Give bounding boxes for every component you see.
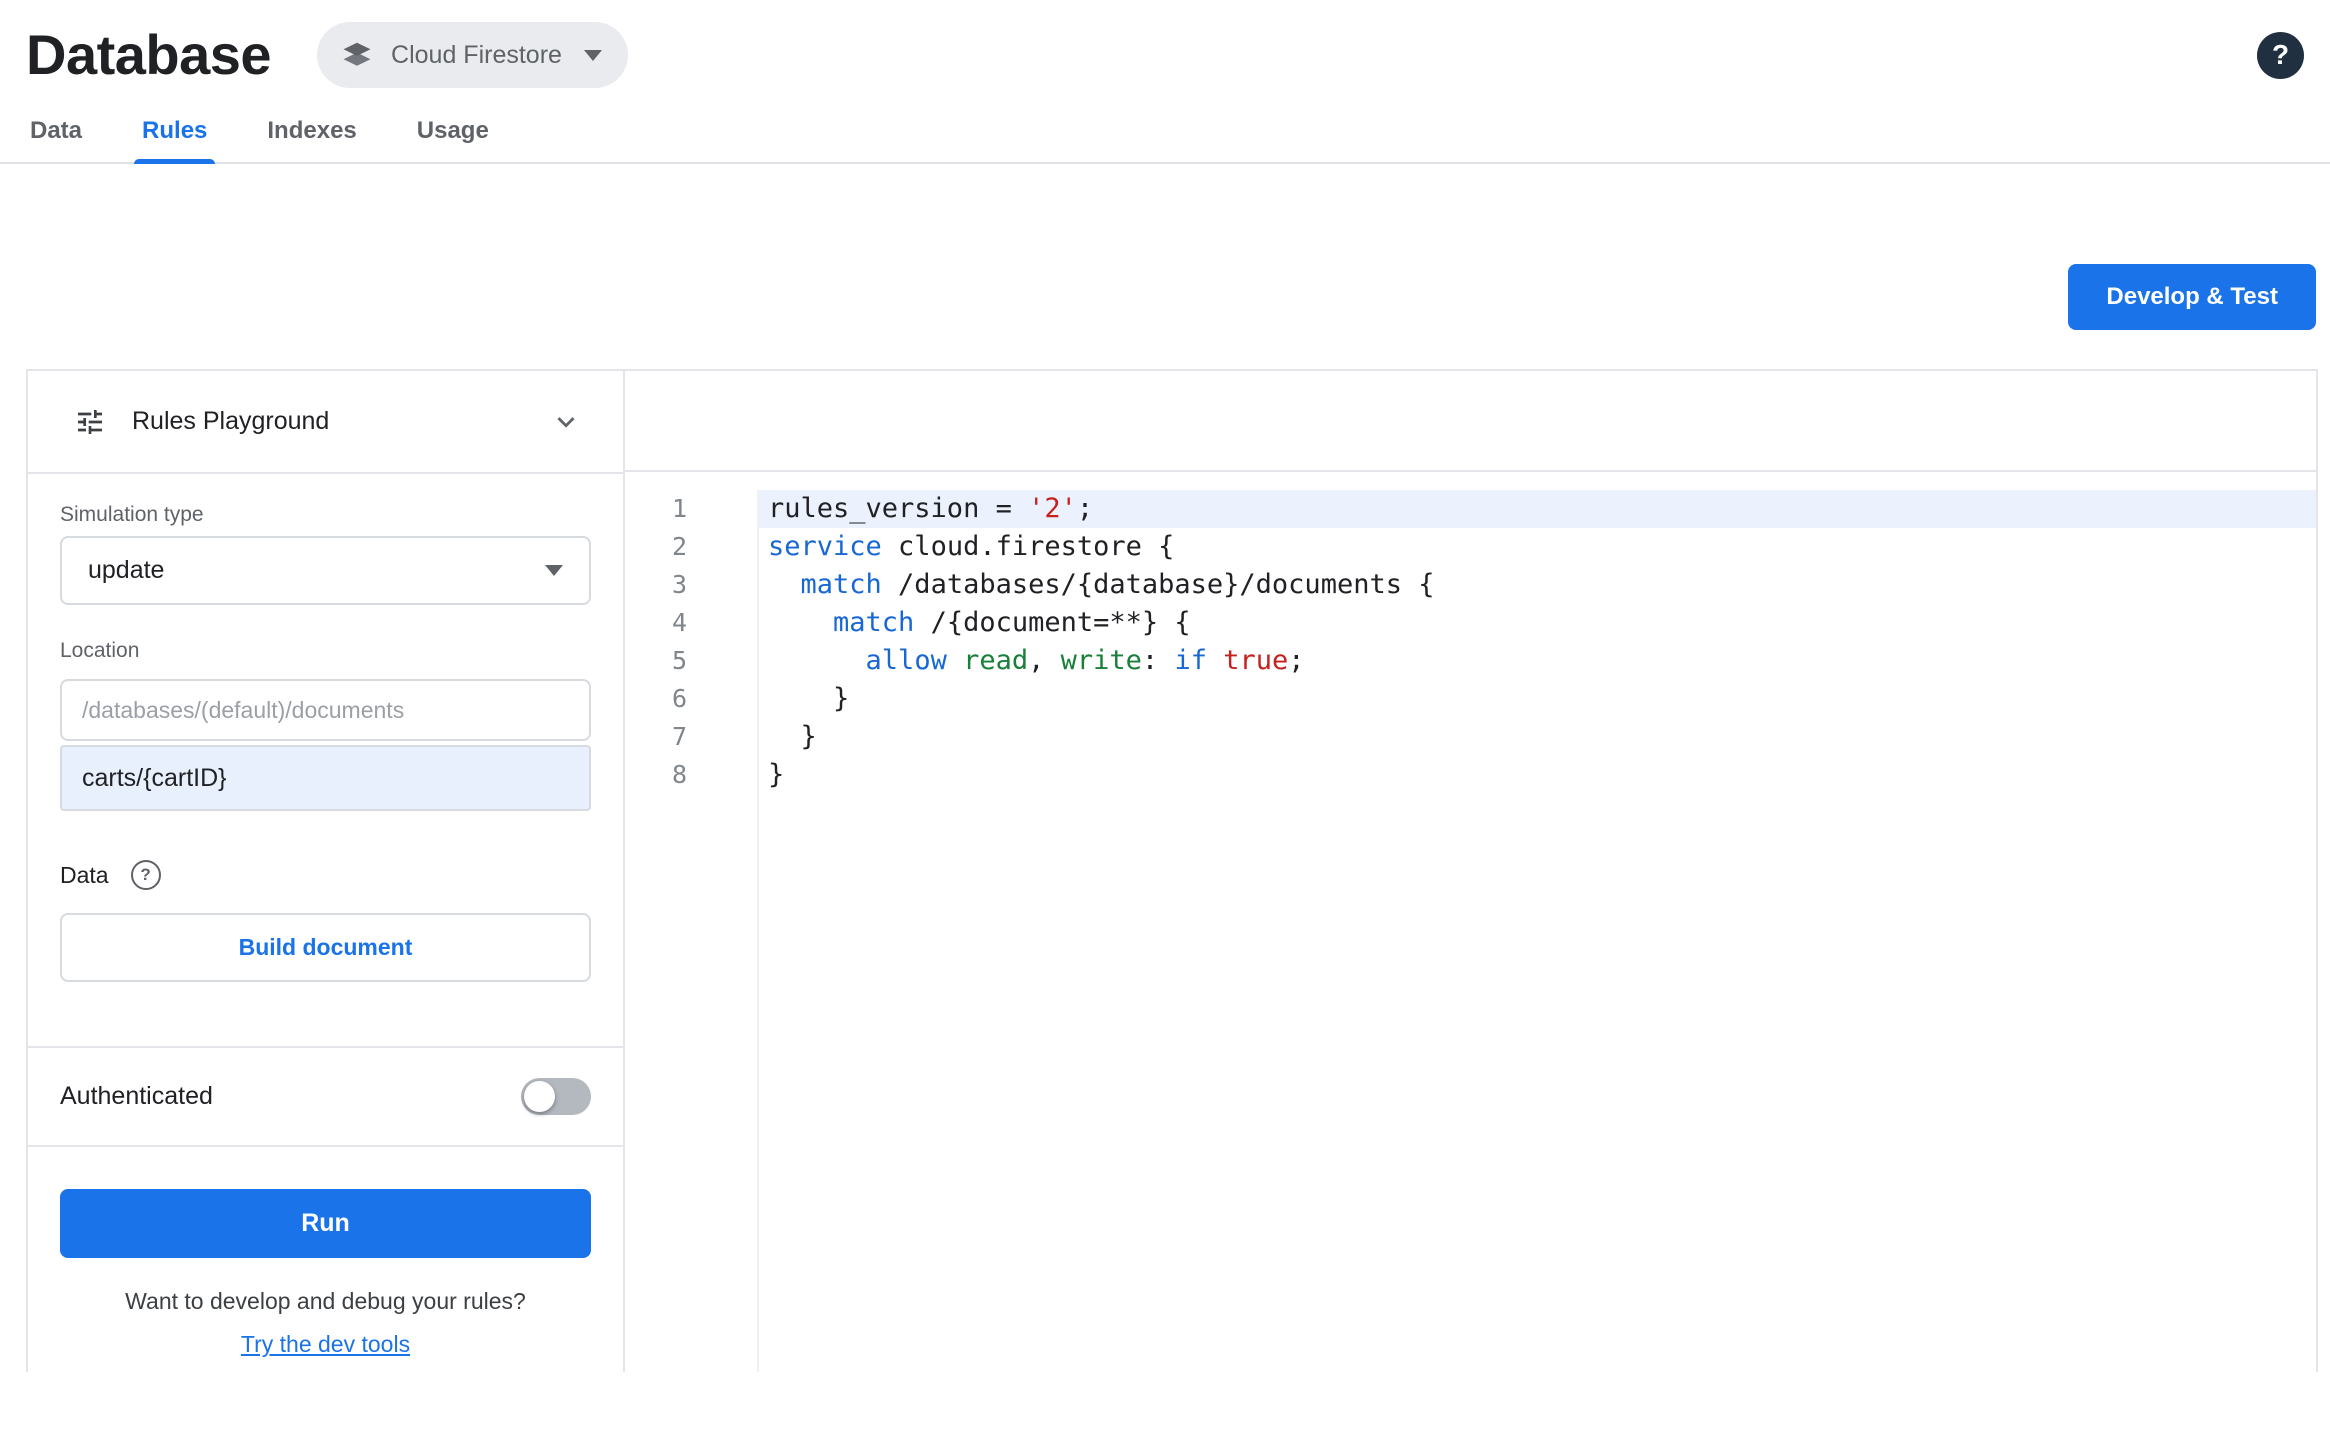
authenticated-label: Authenticated [60, 1082, 213, 1110]
line-number: 3 [671, 570, 687, 599]
location-input[interactable] [60, 679, 591, 741]
product-switcher-label: Cloud Firestore [391, 40, 562, 69]
editor-toolbar [625, 371, 2316, 472]
editor-body: 1 2 3 4 5 6 7 8 rules_version = '2'; service clo… [625, 472, 2316, 1372]
simulation-type-label: Simulation type [60, 503, 204, 526]
firestore-icon [339, 37, 375, 73]
dev-tools-text: Want to develop and debug your rules? [125, 1288, 526, 1314]
develop-test-button[interactable]: Develop & Test [2068, 264, 2316, 330]
run-section: Run Want to develop and debug your rules… [28, 1147, 623, 1358]
code-line[interactable]: service cloud.firestore { [759, 528, 2316, 566]
data-help-icon[interactable]: ? [130, 860, 161, 890]
data-label: Data [60, 861, 109, 888]
product-switcher-chip[interactable]: Cloud Firestore [317, 22, 628, 88]
code-line[interactable]: rules_version = '2'; [759, 490, 2316, 528]
run-button[interactable]: Run [60, 1189, 591, 1258]
line-number: 1 [671, 494, 687, 523]
playground-form: Simulation type update Location carts/{c… [28, 474, 623, 982]
code-line[interactable]: } [759, 718, 2316, 756]
code-line[interactable]: match /{document=**} { [759, 604, 2316, 642]
tab-data[interactable]: Data [16, 100, 96, 162]
line-number: 8 [671, 760, 687, 789]
playground-header: Rules Playground [28, 371, 623, 474]
rules-content-card: Rules Playground Simulation type update … [26, 369, 2318, 1372]
page-title: Database [26, 23, 272, 86]
line-number-gutter: 1 2 3 4 5 6 7 8 [625, 490, 759, 1372]
tab-rules[interactable]: Rules [128, 100, 221, 164]
code-line[interactable]: match /databases/{database}/documents { [759, 566, 2316, 604]
location-label: Location [60, 639, 140, 662]
chevron-down-icon [583, 49, 602, 61]
tab-bar: Data Rules Indexes Usage [0, 100, 2330, 164]
authenticated-row: Authenticated [28, 1048, 623, 1145]
code-area[interactable]: rules_version = '2'; service cloud.firest… [759, 490, 2316, 1372]
select-caret-icon [545, 565, 563, 576]
code-line[interactable]: } [759, 756, 2316, 794]
code-line[interactable]: } [759, 680, 2316, 718]
collapse-chevron-icon[interactable] [549, 405, 583, 439]
code-line[interactable]: allow read, write: if true; [759, 642, 2316, 680]
data-row: Data ? [60, 859, 591, 891]
simulation-type-value: update [88, 556, 165, 584]
line-number: 6 [671, 684, 687, 713]
help-button[interactable]: ? [2257, 31, 2304, 79]
tab-indexes[interactable]: Indexes [253, 100, 370, 162]
line-number: 5 [671, 646, 687, 675]
simulation-type-select[interactable]: update [60, 536, 591, 605]
location-suggestion[interactable]: carts/{cartID} [60, 745, 591, 811]
rules-editor: 1 2 3 4 5 6 7 8 rules_version = '2'; service clo… [625, 371, 2316, 1372]
question-mark-icon: ? [2271, 39, 2290, 70]
line-number: 4 [671, 608, 687, 637]
actions-row: Develop & Test [0, 264, 2316, 330]
build-document-button[interactable]: Build document [60, 913, 591, 982]
tune-icon [78, 409, 102, 434]
rules-playground-panel: Rules Playground Simulation type update … [28, 371, 625, 1372]
line-number: 7 [671, 722, 687, 751]
authenticated-toggle[interactable] [521, 1078, 591, 1115]
header: Database Cloud Firestore ? [0, 0, 2330, 92]
line-number: 2 [671, 532, 687, 561]
toggle-knob [524, 1081, 555, 1112]
playground-title: Rules Playground [132, 407, 330, 435]
tab-usage[interactable]: Usage [403, 100, 503, 162]
dev-tools-link[interactable]: Try the dev tools [241, 1331, 410, 1358]
